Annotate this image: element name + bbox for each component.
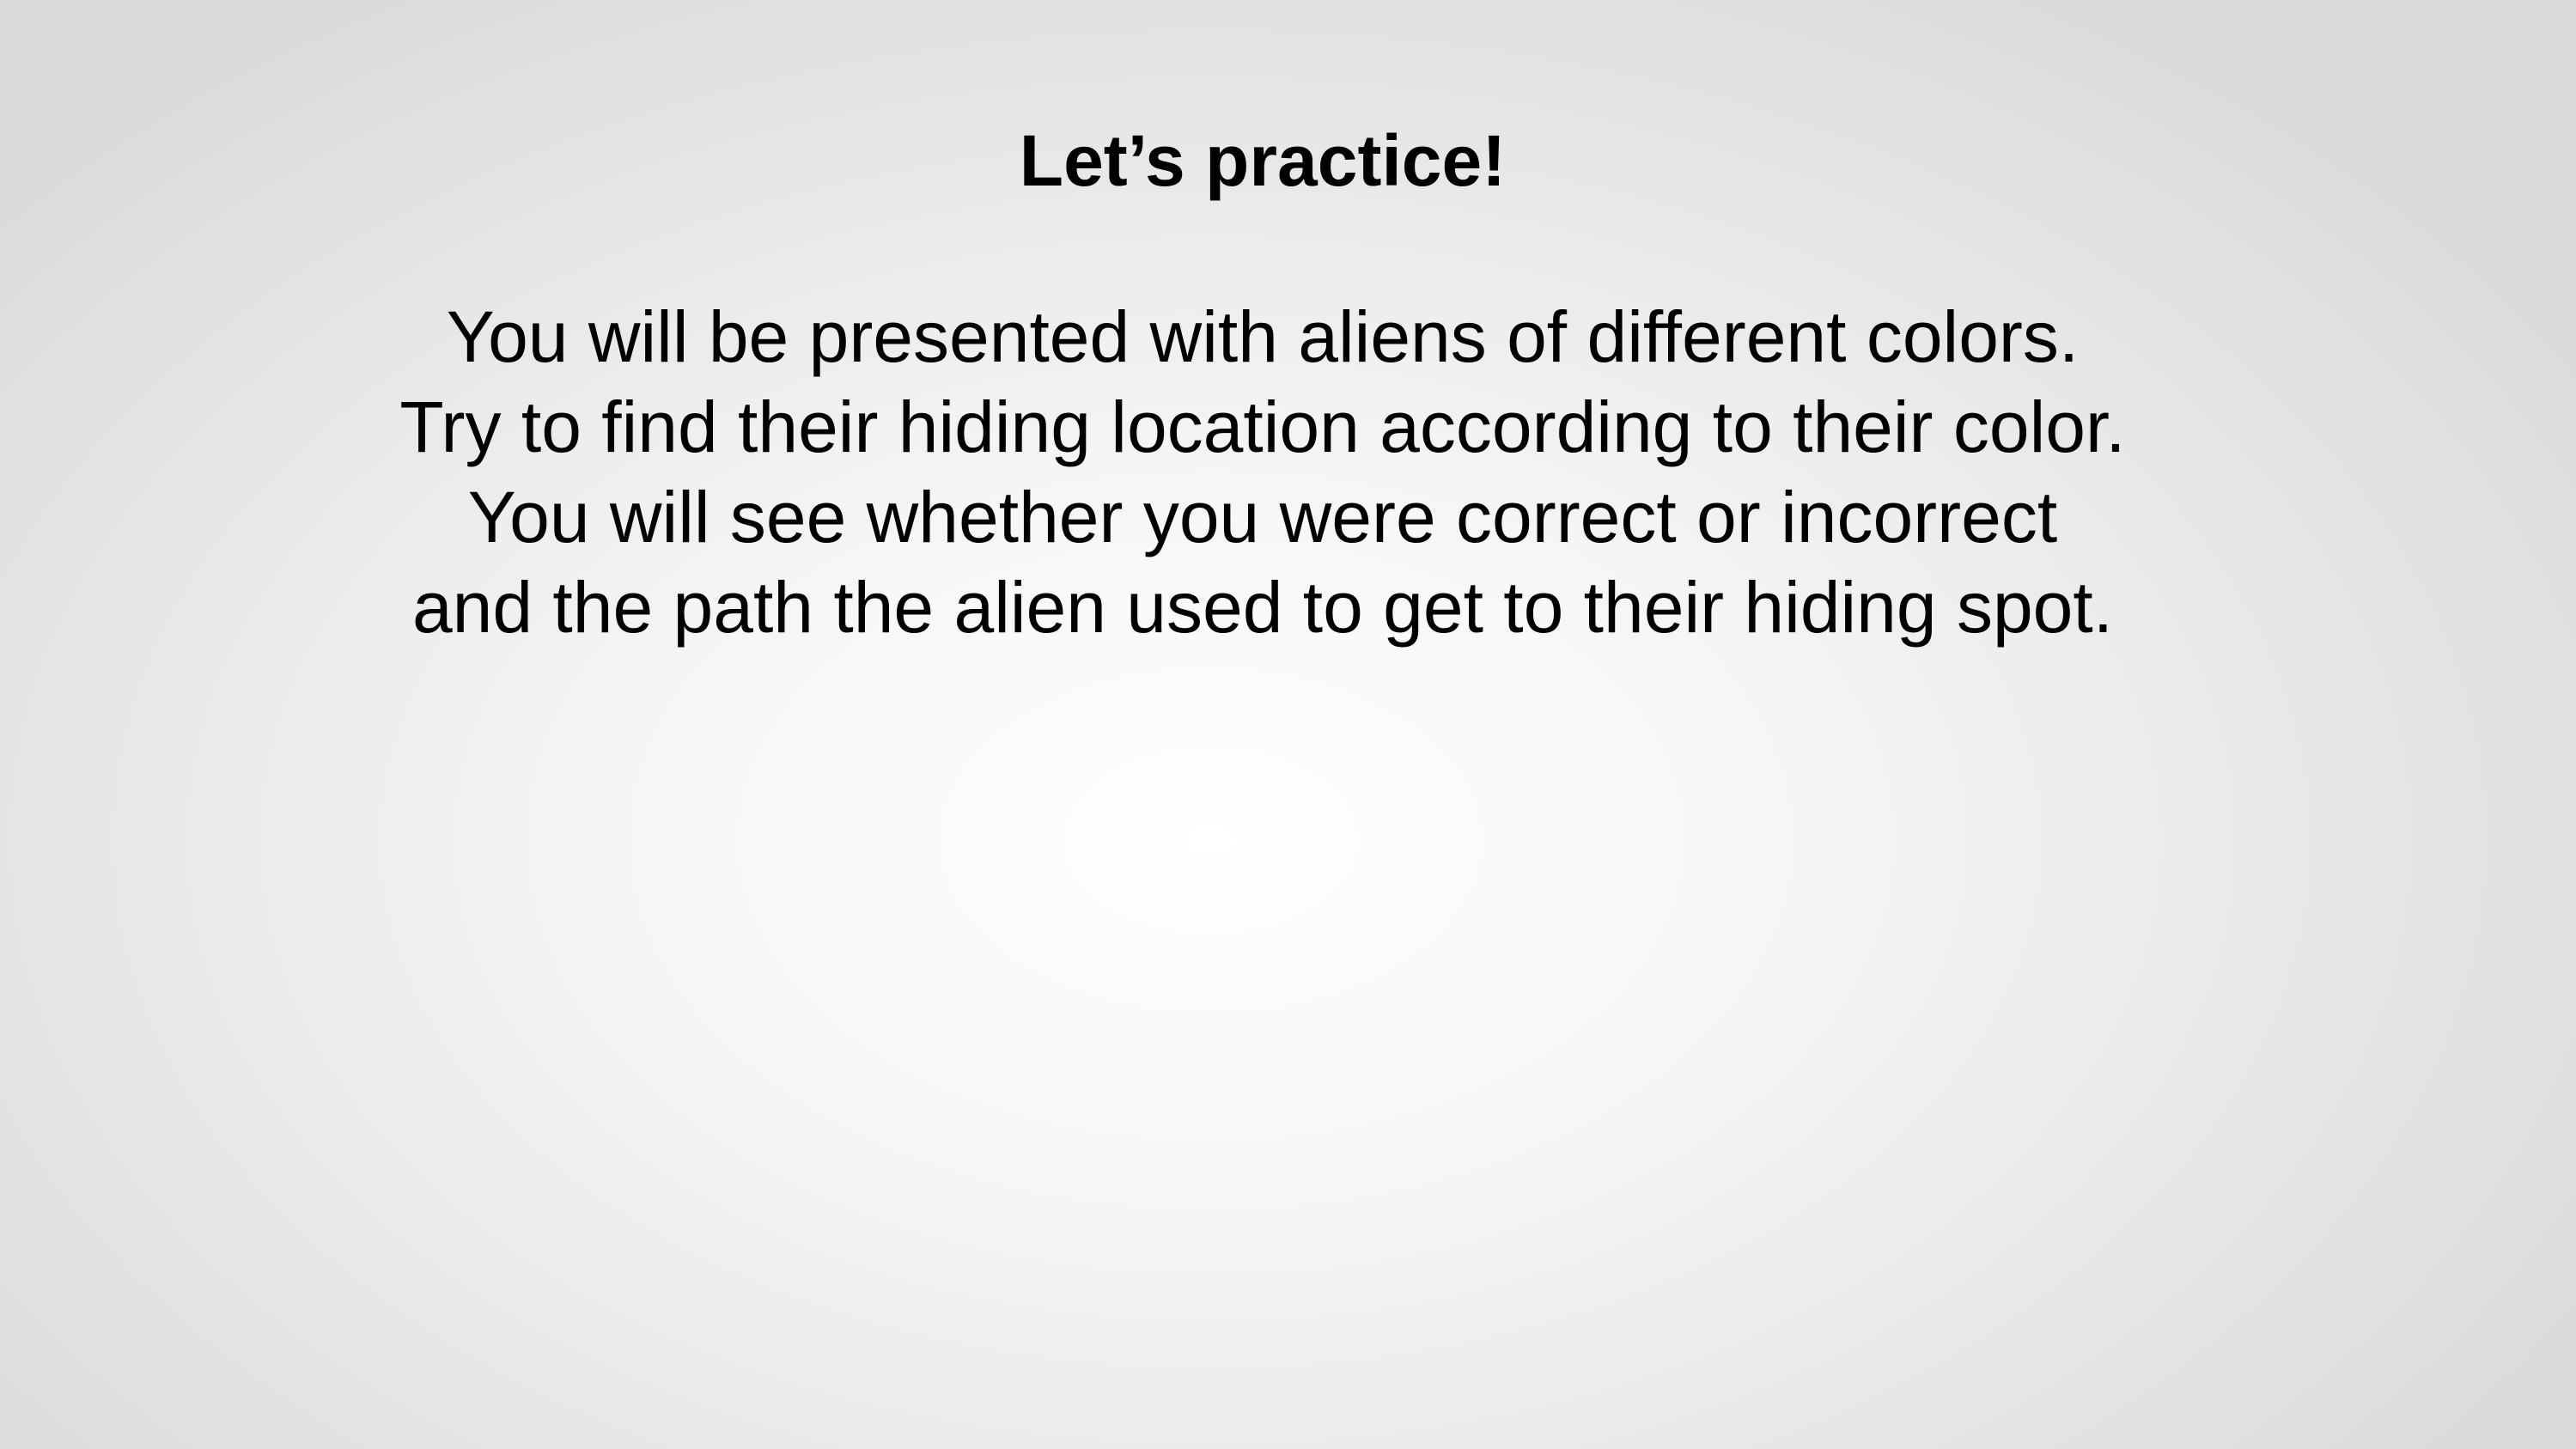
body-line: Try to find their hiding location accord… [399,387,2126,467]
body-line: and the path the alien used to get to th… [411,567,2114,648]
body-line: You will see whether you were correct or… [467,477,2058,557]
slide: Let’s practice! You will be presented wi… [0,0,2576,1449]
slide-body: You will be presented with aliens of dif… [0,292,2525,653]
slide-title: Let’s practice! [1019,120,1507,201]
body-line: You will be presented with aliens of dif… [446,296,2080,377]
